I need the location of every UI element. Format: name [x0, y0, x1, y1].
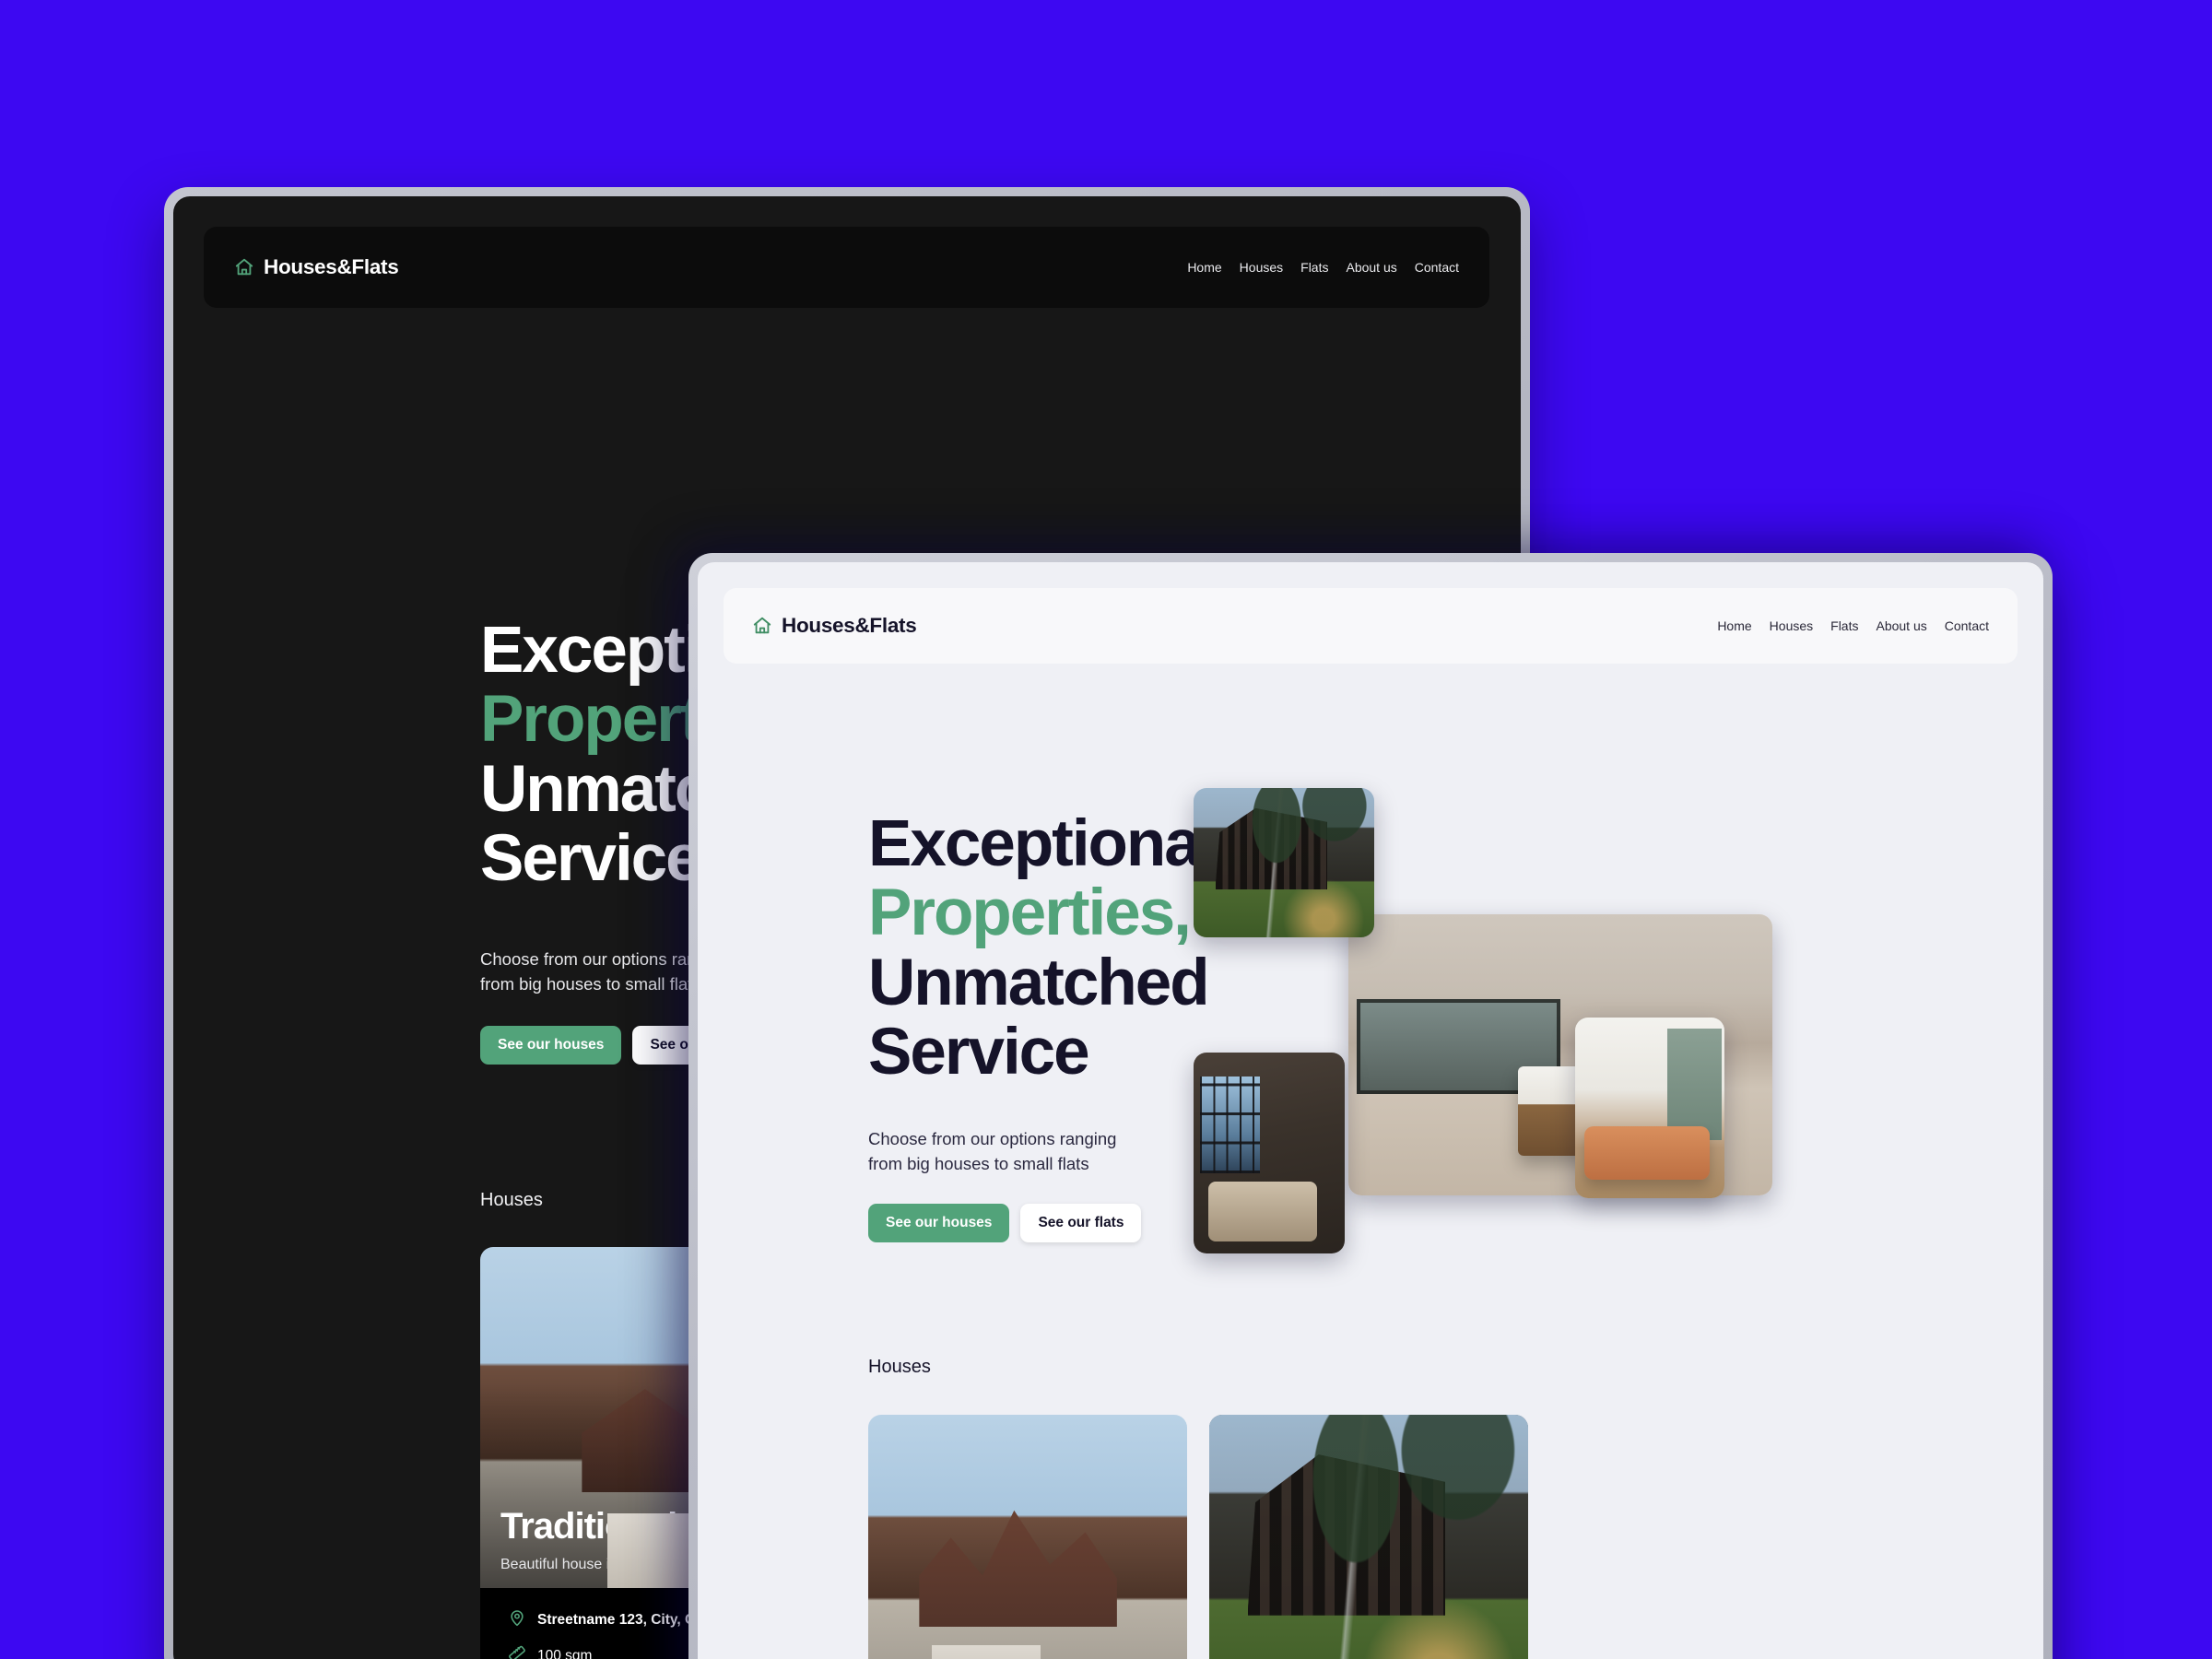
nav-link-about-us[interactable]: About us	[1876, 618, 1926, 633]
see-our-houses-button[interactable]: See our houses	[480, 1026, 622, 1065]
nav-link-flats[interactable]: Flats	[1830, 618, 1858, 633]
home-icon	[752, 616, 772, 636]
light-property-card-modern-house[interactable]	[1209, 1415, 1528, 1659]
light-brand-name: Houses&Flats	[782, 614, 917, 637]
map-pin-icon	[508, 1608, 526, 1631]
nav-link-home[interactable]: Home	[1717, 618, 1751, 633]
light-houses-section-label: Houses	[868, 1357, 931, 1377]
collage-image-living-room-dark[interactable]	[1194, 1053, 1345, 1253]
ruler-icon	[508, 1644, 526, 1659]
dark-houses-section-label: Houses	[480, 1190, 543, 1210]
nav-link-flats[interactable]: Flats	[1300, 260, 1328, 275]
light-site-page: Houses&Flats Home Houses Flats About us …	[698, 562, 2043, 1659]
home-icon	[234, 257, 254, 277]
window-light-theme[interactable]: Houses&Flats Home Houses Flats About us …	[688, 553, 2053, 1659]
see-our-flats-button[interactable]: See our flats	[1020, 1204, 1142, 1242]
light-topbar: Houses&Flats Home Houses Flats About us …	[724, 588, 2018, 664]
light-property-photo-traditional	[868, 1415, 1187, 1659]
light-hero-collage	[1177, 783, 1988, 1300]
light-brand[interactable]: Houses&Flats	[752, 614, 917, 638]
see-our-houses-button[interactable]: See our houses	[868, 1204, 1010, 1242]
dark-nav: Home Houses Flats About us Contact	[1187, 260, 1459, 275]
dark-property-area: 100 sqm	[537, 1647, 593, 1659]
window-light-screen: Houses&Flats Home Houses Flats About us …	[698, 562, 2043, 1659]
nav-link-home[interactable]: Home	[1187, 260, 1221, 275]
collage-image-green-lounge[interactable]	[1575, 1018, 1724, 1198]
dark-brand[interactable]: Houses&Flats	[234, 255, 399, 279]
dark-brand-name: Houses&Flats	[264, 255, 399, 278]
light-property-photo-modern	[1209, 1415, 1528, 1659]
nav-link-contact[interactable]: Contact	[1415, 260, 1459, 275]
nav-link-contact[interactable]: Contact	[1945, 618, 1989, 633]
light-hero-buttons: See our houses See our flats	[868, 1204, 1142, 1242]
nav-link-houses[interactable]: Houses	[1770, 618, 1813, 633]
nav-link-houses[interactable]: Houses	[1240, 260, 1283, 275]
light-property-card-traditional-house[interactable]	[868, 1415, 1187, 1659]
collage-image-modern-house-exterior[interactable]	[1194, 788, 1374, 937]
dark-topbar: Houses&Flats Home Houses Flats About us …	[204, 227, 1489, 308]
light-nav: Home Houses Flats About us Contact	[1717, 618, 1989, 633]
nav-link-about-us[interactable]: About us	[1346, 260, 1396, 275]
